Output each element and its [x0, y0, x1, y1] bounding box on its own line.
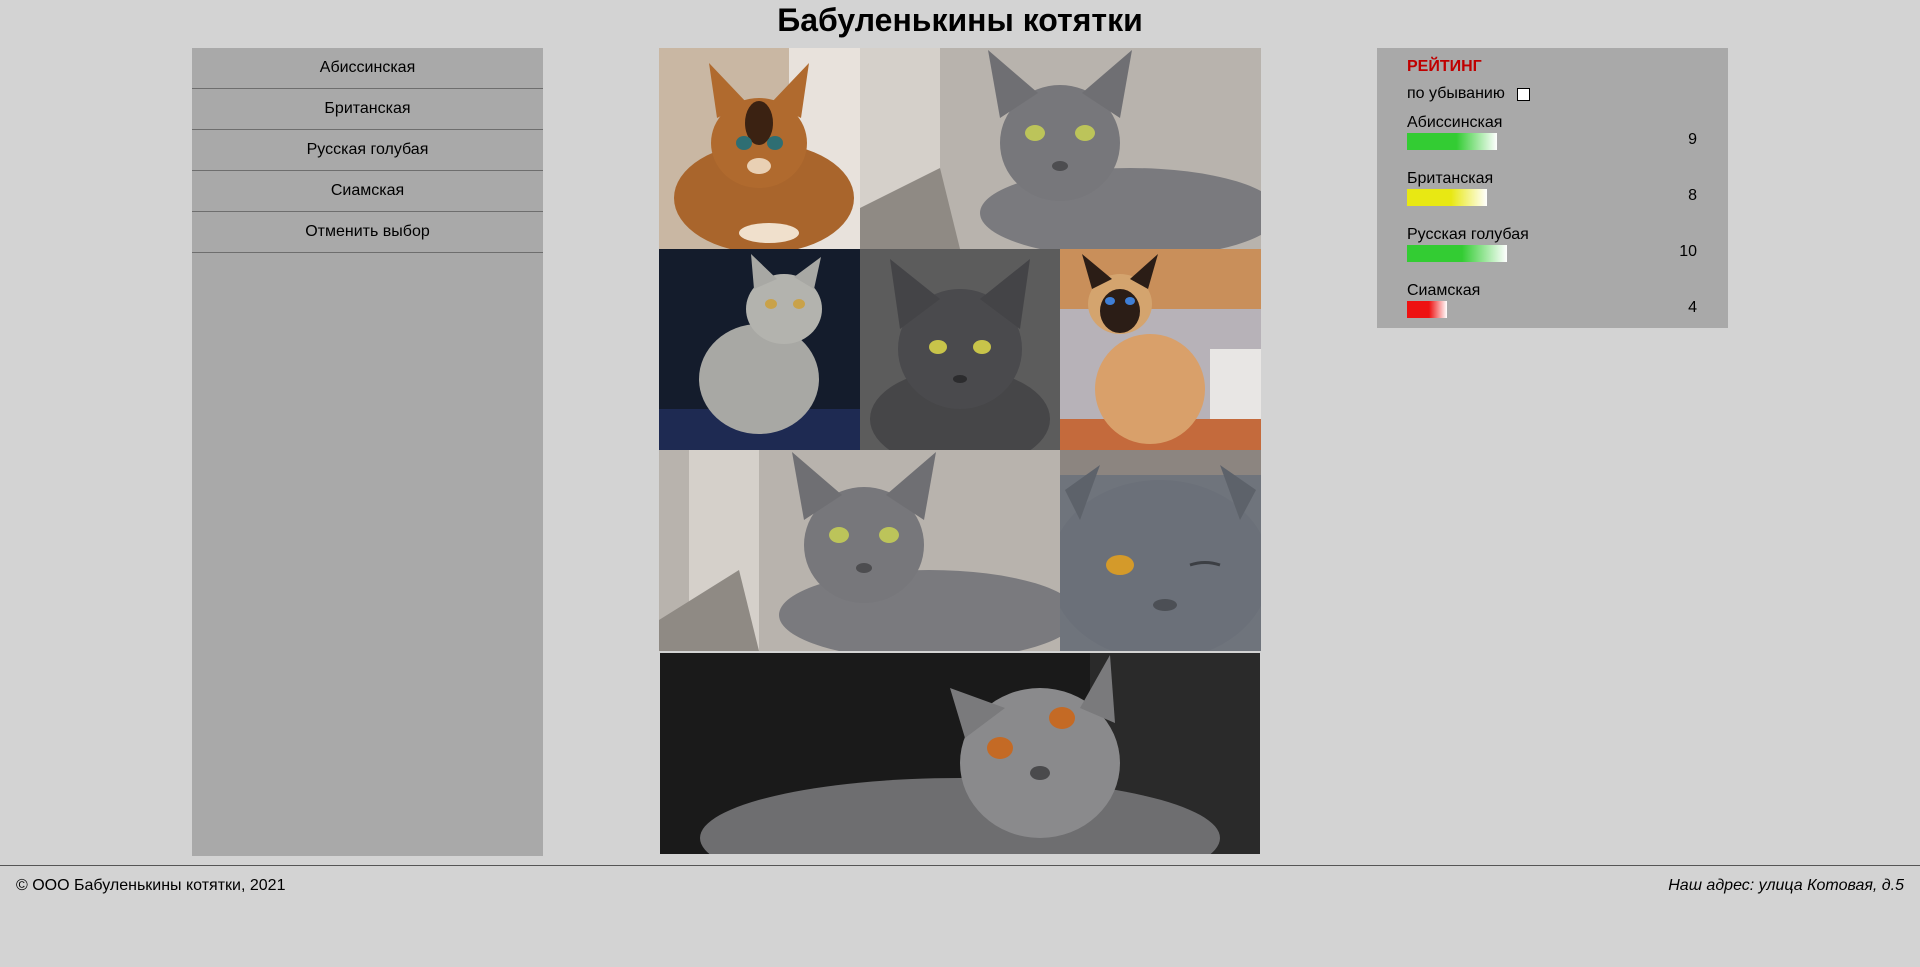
breed-menu: Абиссинская Британская Русская голубая С… — [192, 48, 543, 856]
cat-photo-british-3 — [660, 653, 1260, 854]
sort-control: по убыванию — [1407, 85, 1530, 103]
rating-name: Британская — [1407, 170, 1494, 187]
cat-gallery — [659, 48, 1261, 854]
rating-name: Русская голубая — [1407, 226, 1529, 243]
menu-item-british[interactable]: Британская — [192, 89, 543, 130]
rating-bar — [1407, 245, 1507, 262]
rating-item-british: Британская 8 — [1407, 170, 1697, 214]
page-title: Бабуленькины котятки — [777, 2, 1143, 38]
sort-descending-checkbox[interactable] — [1516, 87, 1530, 101]
rating-value: 8 — [1688, 187, 1697, 204]
rating-item-siamese: Сиамская 4 — [1407, 282, 1697, 326]
menu-item-russian-blue[interactable]: Русская голубая — [192, 130, 543, 171]
cat-photo-russian-blue-1 — [860, 48, 1261, 249]
address-text: Наш адрес: улица Котовая, д.5 — [1668, 877, 1904, 894]
rating-bar — [1407, 133, 1497, 150]
rating-name: Сиамская — [1407, 282, 1481, 299]
cat-photo-russian-blue-3 — [659, 450, 1060, 651]
copyright-text: © ООО Бабуленькины котятки, 2021 — [16, 877, 286, 894]
sort-label: по убыванию — [1407, 85, 1505, 102]
cat-photo-british-1 — [659, 249, 860, 450]
rating-bar — [1407, 301, 1447, 318]
cat-photo-russian-blue-2 — [860, 249, 1060, 450]
rating-value: 9 — [1688, 131, 1697, 148]
cat-photo-british-2 — [1060, 450, 1261, 651]
rating-bar — [1407, 189, 1487, 206]
page-footer: © ООО Бабуленькины котятки, 2021 Наш адр… — [0, 865, 1920, 967]
cat-photo-abyssinian — [659, 48, 860, 249]
rating-value: 4 — [1688, 299, 1697, 316]
rating-title: РЕЙТИНГ — [1407, 58, 1482, 75]
menu-item-abyssinian[interactable]: Абиссинская — [192, 48, 543, 89]
rating-value: 10 — [1679, 243, 1697, 260]
rating-item-abyssinian: Абиссинская 9 — [1407, 114, 1697, 158]
rating-panel: РЕЙТИНГ по убыванию Абиссинская 9 Британ… — [1377, 48, 1728, 328]
menu-item-reset[interactable]: Отменить выбор — [192, 212, 543, 253]
menu-item-siamese[interactable]: Сиамская — [192, 171, 543, 212]
rating-item-russian-blue: Русская голубая 10 — [1407, 226, 1697, 270]
rating-name: Абиссинская — [1407, 114, 1503, 131]
cat-photo-siamese — [1060, 249, 1261, 450]
